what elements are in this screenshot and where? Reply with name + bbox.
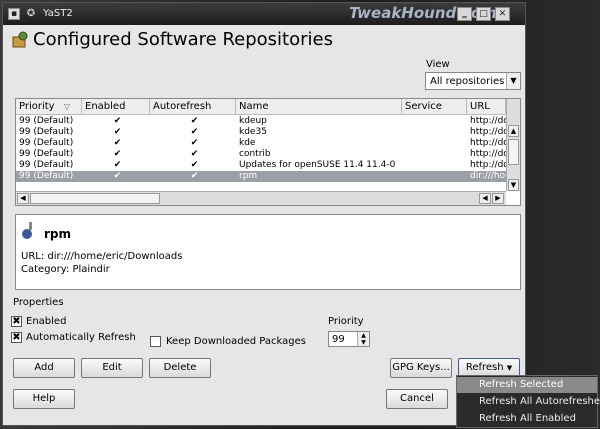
column-url[interactable]: URL <box>467 99 506 115</box>
column-service[interactable]: Service <box>402 99 467 115</box>
column-enabled[interactable]: Enabled <box>82 99 150 115</box>
scroll-thumb[interactable] <box>508 139 519 165</box>
autorefresh-label: Automatically Refresh <box>26 332 136 343</box>
table-row[interactable]: 99 (Default) ✔ ✔ contrib http://dov <box>16 149 506 160</box>
pin-icon[interactable]: ✪ <box>25 8 37 20</box>
properties-label: Properties <box>13 297 64 308</box>
title-bar[interactable]: ▪ ✪ YaST2 TweakHound.com ‗ □ ✕ <box>3 3 525 25</box>
table-vertical-scrollbar[interactable]: ▲ ▼ <box>506 99 520 191</box>
table-row[interactable]: 99 (Default) ✔ ✔ kdeup http://dov <box>16 116 506 127</box>
chevron-up-icon[interactable]: ▲ <box>357 332 369 339</box>
table-row-selected[interactable]: 99 (Default) ✔ ✔ rpm dir:///home <box>16 171 506 182</box>
chevron-down-icon: ▼ <box>506 364 513 372</box>
maximize-button[interactable]: □ <box>476 7 491 21</box>
watermark-brand: TweakHound.com <box>349 4 497 22</box>
cancel-button[interactable]: Cancel <box>386 389 448 409</box>
autorefresh-checkbox[interactable]: ✖ <box>11 332 22 343</box>
table-horizontal-scrollbar[interactable]: ◀ ◀ ▶ <box>16 191 506 205</box>
view-label: View <box>426 59 450 70</box>
scroll-right-icon[interactable]: ▶ <box>492 193 504 204</box>
page-title: Configured Software Repositories <box>33 29 333 50</box>
window-title: YaST2 <box>43 8 73 19</box>
priority-label: Priority <box>328 316 364 327</box>
enabled-checkbox[interactable]: ✖ <box>11 316 22 327</box>
edit-button[interactable]: Edit <box>81 358 143 378</box>
close-button[interactable]: ✕ <box>495 7 510 21</box>
view-select[interactable]: All repositories ▼ <box>425 72 521 90</box>
gpg-keys-button[interactable]: GPG Keys... <box>390 358 452 378</box>
enabled-label: Enabled <box>26 316 67 327</box>
delete-button[interactable]: Delete <box>149 358 211 378</box>
repository-name: rpm <box>44 227 72 241</box>
chevron-down-icon[interactable]: ▼ <box>357 339 369 346</box>
chevron-down-icon[interactable]: ▼ <box>506 73 520 89</box>
yast-window: ▪ ✪ YaST2 TweakHound.com ‗ □ ✕ Configure… <box>2 2 526 426</box>
repositories-table[interactable]: Priority ▽ Enabled Autorefresh Name Serv… <box>15 98 521 206</box>
priority-stepper[interactable]: 99 ▲ ▼ <box>328 331 370 347</box>
scroll-left-icon[interactable]: ◀ <box>17 193 29 204</box>
table-row[interactable]: 99 (Default) ✔ ✔ Updates for openSUSE 11… <box>16 160 506 171</box>
table-row[interactable]: 99 (Default) ✔ ✔ kde http://dov <box>16 138 506 149</box>
view-select-value: All repositories <box>430 76 505 87</box>
table-header: Priority ▽ Enabled Autorefresh Name Serv… <box>16 99 506 115</box>
help-button[interactable]: Help <box>13 389 75 409</box>
priority-value: 99 <box>332 334 345 345</box>
repository-url: URL: dir:///home/eric/Downloads <box>21 251 183 262</box>
repository-category: Category: Plaindir <box>21 264 110 275</box>
keep-packages-label: Keep Downloaded Packages <box>166 336 306 347</box>
repository-details: rpm URL: dir:///home/eric/Downloads Cate… <box>15 214 521 290</box>
window-menu-icon[interactable]: ▪ <box>8 8 20 20</box>
repository-icon <box>22 222 32 239</box>
software-repositories-icon <box>12 31 28 48</box>
column-name[interactable]: Name <box>236 99 402 115</box>
table-row[interactable]: 99 (Default) ✔ ✔ kde35 http://dov <box>16 127 506 138</box>
menu-item-refresh-all-enabled[interactable]: Refresh All Enabled <box>457 411 597 427</box>
hscroll-thumb[interactable] <box>30 193 160 204</box>
add-button[interactable]: Add <box>13 358 75 378</box>
menu-item-refresh-all-autorefreshed[interactable]: Refresh All Autorefreshed <box>457 394 600 410</box>
keep-packages-checkbox[interactable] <box>150 336 161 347</box>
table-body: 99 (Default) ✔ ✔ kdeup http://dov 99 (De… <box>16 116 506 182</box>
refresh-dropdown-menu: Refresh Selected Refresh All Autorefresh… <box>456 375 600 428</box>
column-autorefresh[interactable]: Autorefresh <box>150 99 236 115</box>
scroll-left-icon-2[interactable]: ◀ <box>479 193 491 204</box>
scroll-up-icon[interactable]: ▲ <box>508 125 519 137</box>
minimize-button[interactable]: ‗ <box>457 7 472 21</box>
menu-item-refresh-selected[interactable]: Refresh Selected <box>457 377 597 393</box>
scroll-down-icon[interactable]: ▼ <box>508 179 519 191</box>
column-priority[interactable]: Priority ▽ <box>16 99 82 115</box>
sort-icon: ▽ <box>64 102 71 111</box>
